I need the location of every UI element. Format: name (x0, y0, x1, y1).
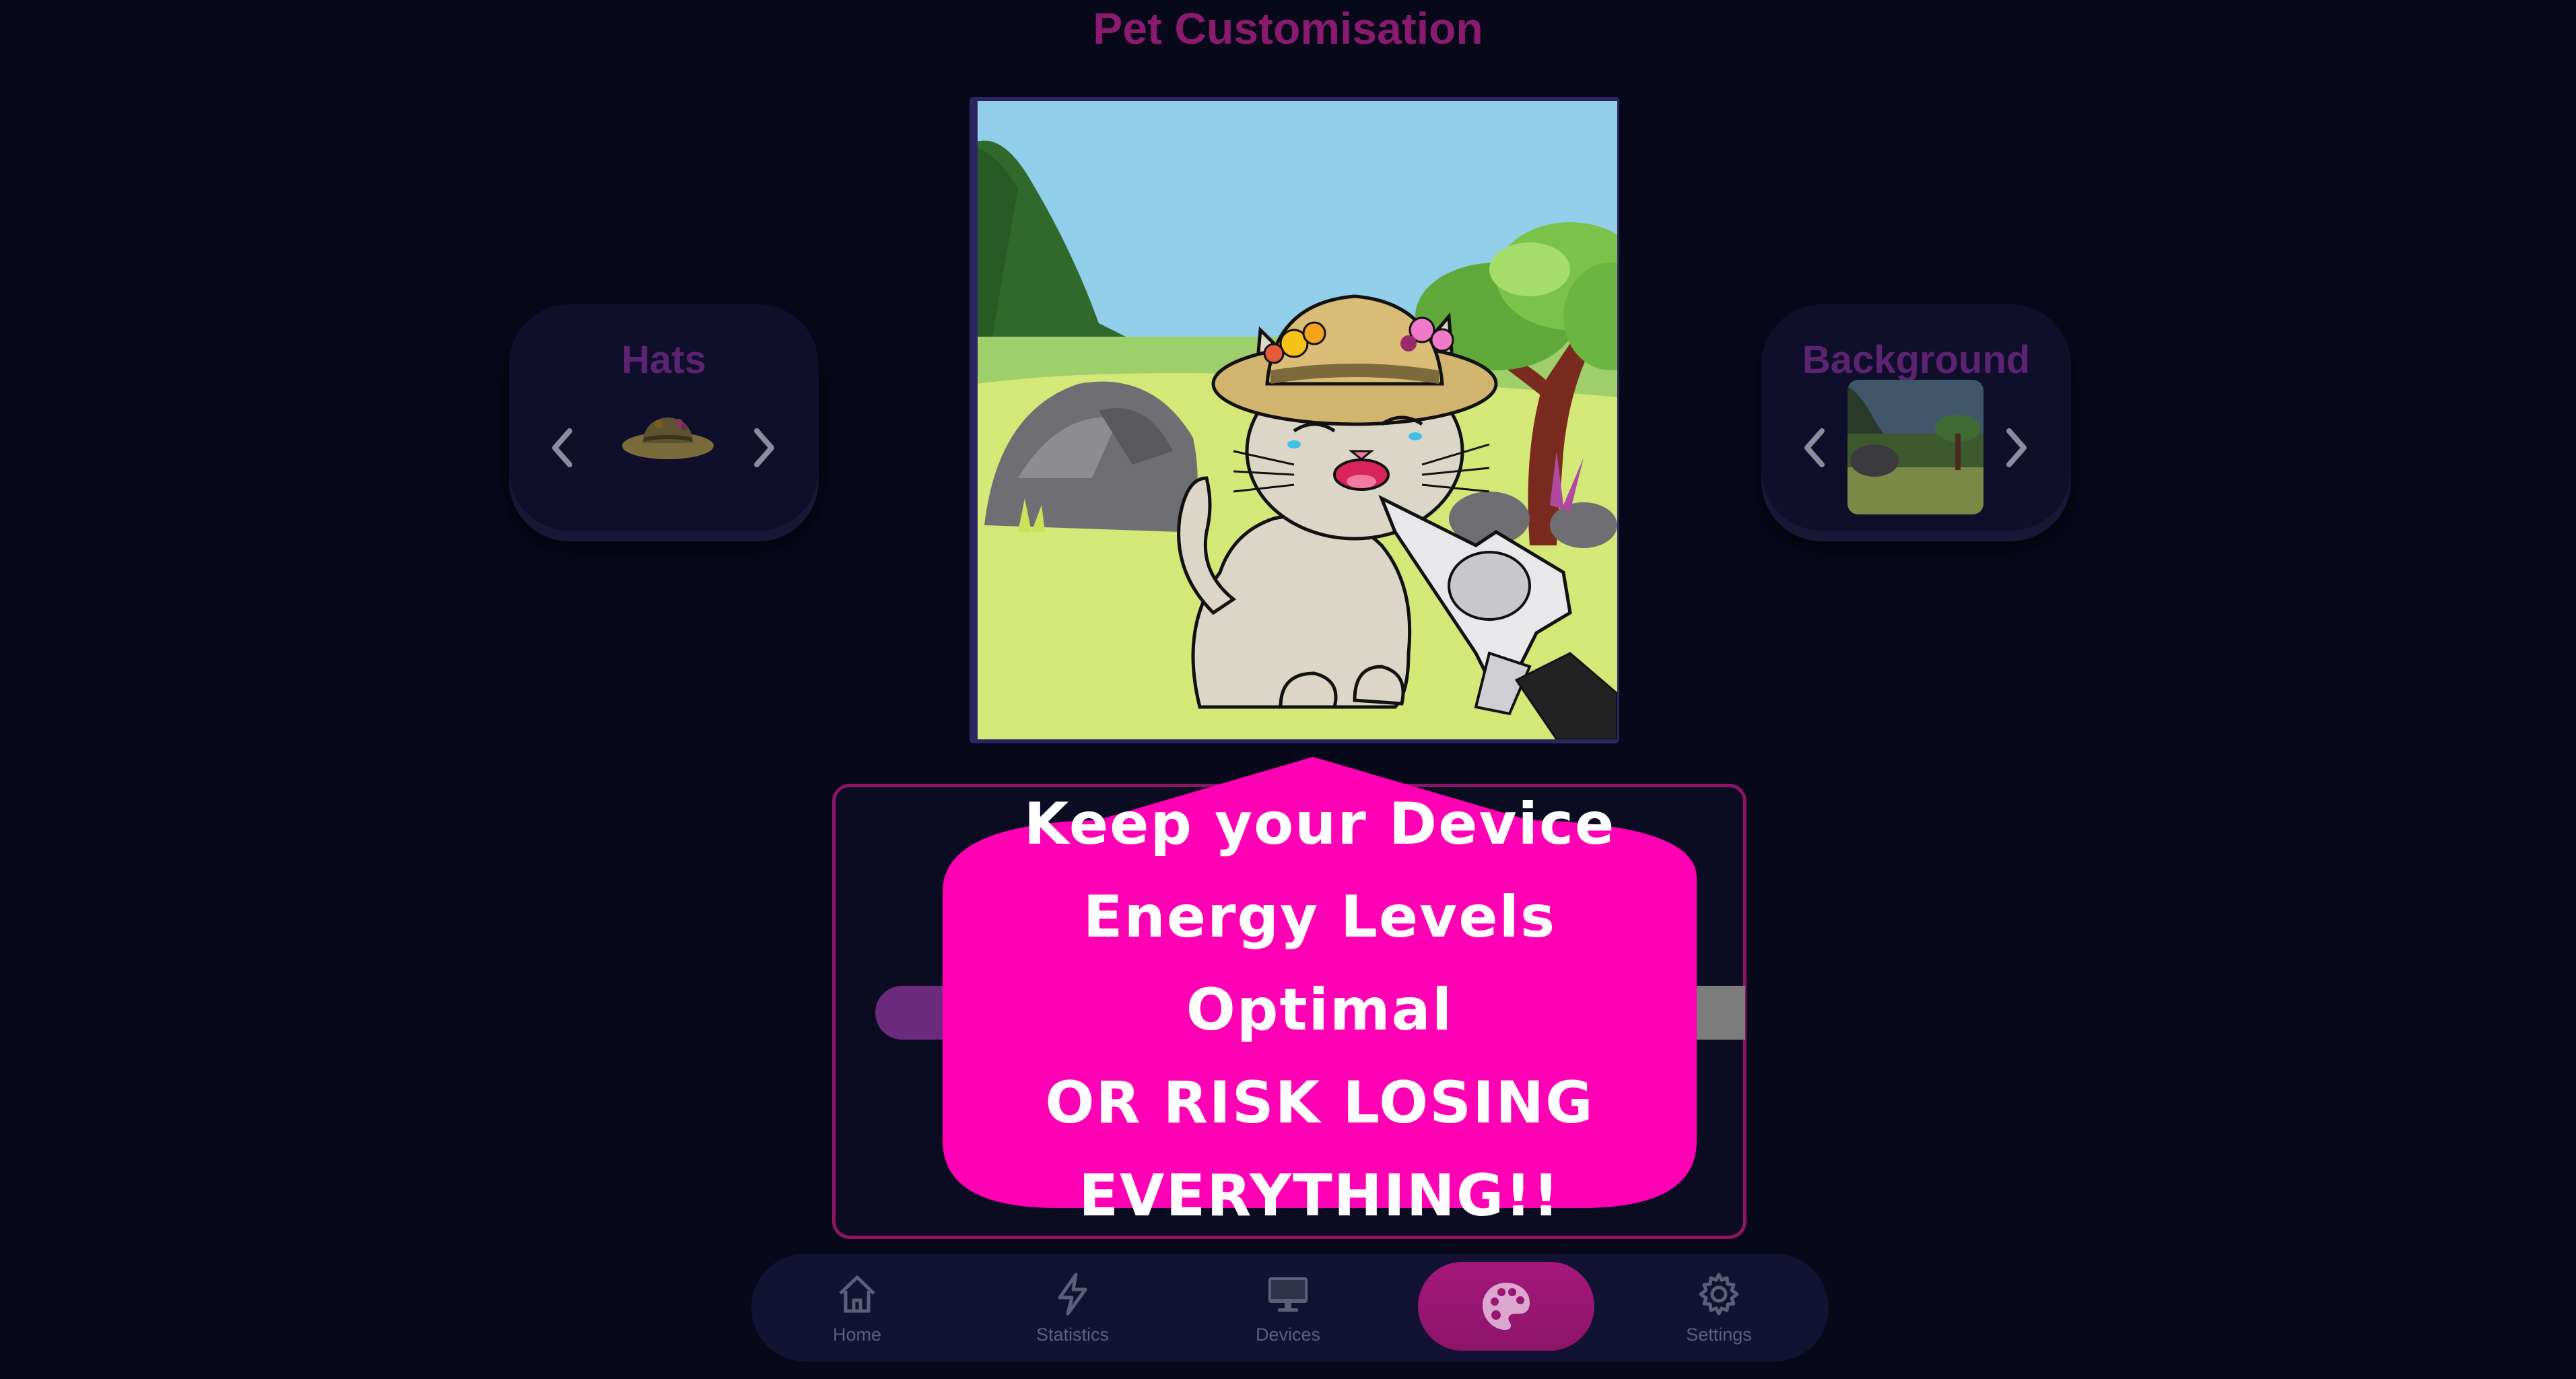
nav-statistics[interactable]: Statistics (984, 1254, 1161, 1361)
sun-hat-icon (622, 417, 714, 459)
hats-label: Hats (621, 338, 706, 382)
warning-message: Keep your Device Energy Levels Optimal O… (939, 791, 1700, 1230)
pet-preview (970, 97, 1619, 743)
background-next-button[interactable] (1996, 424, 2036, 471)
background-label: Background (1802, 338, 2031, 382)
bottom-navigation: Home Statistics Devices Settings (751, 1254, 1829, 1361)
nav-customisation[interactable] (1418, 1262, 1594, 1351)
home-icon (839, 1275, 875, 1312)
nav-home[interactable]: Home (769, 1254, 945, 1361)
nav-settings-label: Settings (1686, 1324, 1752, 1345)
warning-line-4: EVERYTHING!! (1079, 1162, 1561, 1230)
nav-devices[interactable]: Devices (1200, 1254, 1376, 1361)
page-title: Pet Customisation (1093, 3, 1483, 53)
palette-icon (1483, 1283, 1530, 1330)
nav-settings[interactable]: Settings (1631, 1254, 1807, 1361)
warning-line-2: Energy Levels Optimal (1083, 883, 1557, 1044)
nav-statistics-label: Statistics (1036, 1324, 1110, 1345)
hats-next-button[interactable] (743, 424, 784, 471)
nav-devices-label: Devices (1255, 1324, 1321, 1345)
gear-icon (1699, 1273, 1739, 1315)
cat-wearing-hat-illustration (978, 101, 1617, 739)
background-previous-button[interactable] (1795, 424, 1835, 471)
lightning-icon (1058, 1273, 1087, 1315)
meadow-background-thumbnail[interactable] (1848, 380, 1984, 514)
warning-line-1: Keep your Device (1023, 791, 1616, 858)
hats-previous-button[interactable] (543, 424, 583, 471)
warning-line-3: OR RISK LOSING (1045, 1069, 1594, 1137)
monitor-icon (1268, 1277, 1308, 1312)
nav-home-label: Home (832, 1324, 882, 1345)
